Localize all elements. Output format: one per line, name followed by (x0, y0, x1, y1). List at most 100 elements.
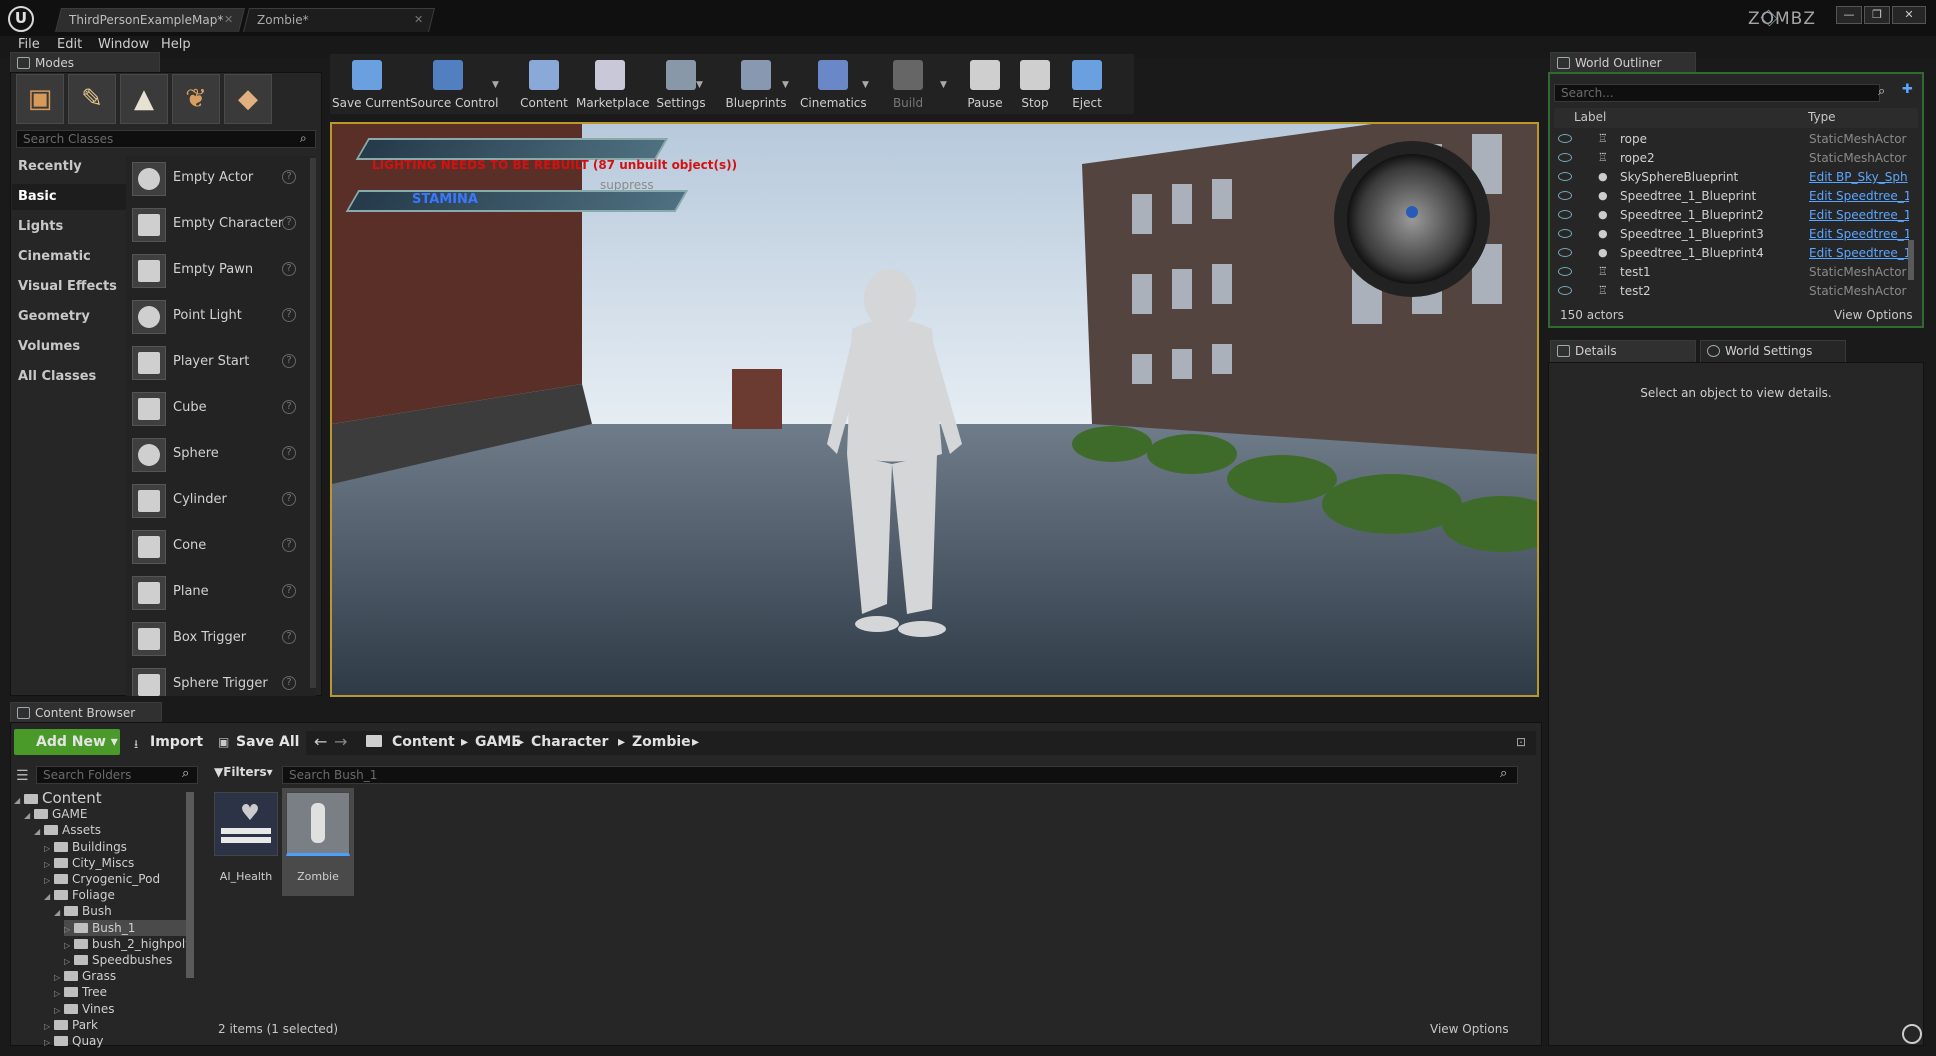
tab-thirdpersonexamplemap[interactable]: ThirdPersonExampleMap* ✕ (55, 8, 245, 32)
class-item-cylinder[interactable]: Cylinder? (126, 478, 306, 524)
col-label[interactable]: Label (1574, 110, 1606, 124)
visibility-eye-icon[interactable] (1558, 134, 1572, 143)
outliner-settings-icon[interactable]: ✚ (1902, 82, 1913, 97)
category-cinematic[interactable]: Cinematic (12, 244, 126, 270)
eject-button[interactable]: Eject (1064, 54, 1110, 114)
category-volumes[interactable]: Volumes (12, 334, 126, 360)
class-item-point-light[interactable]: Point Light? (126, 294, 306, 340)
class-item-sphere-trigger[interactable]: Sphere Trigger? (126, 662, 306, 696)
filters-button[interactable]: ▼Filters▾ (214, 765, 273, 779)
help-icon[interactable]: ? (282, 400, 296, 414)
actor-type[interactable]: Edit Speedtree_1 (1809, 227, 1909, 241)
close-tab-icon[interactable]: ✕ (224, 9, 233, 31)
collapse-arrow-icon[interactable]: ◢ (34, 824, 44, 840)
col-type[interactable]: Type (1808, 110, 1836, 124)
collapse-arrow-icon[interactable]: ◢ (14, 793, 24, 809)
breadcrumb-arrow-icon[interactable]: ▸ (461, 731, 468, 753)
dropdown-arrow-icon[interactable]: ▼ (696, 80, 704, 90)
breadcrumb-character[interactable]: Character (531, 731, 608, 753)
outliner-search-input[interactable]: Search... (1554, 84, 1880, 102)
help-icon[interactable]: ? (282, 170, 296, 184)
search-assets-input[interactable]: Search Bush_1 (282, 766, 1518, 784)
tab-content-browser[interactable]: Content Browser (10, 702, 162, 724)
outliner-view-options[interactable]: View Options (1834, 308, 1913, 322)
folder-cryogenic-pod[interactable]: ▷ Cryogenic_Pod (44, 871, 190, 887)
place-mode-icon[interactable]: ▣ (16, 74, 64, 124)
folder-buildings[interactable]: ▷ Buildings (44, 839, 190, 855)
category-basic[interactable]: Basic (12, 184, 126, 210)
class-item-box-trigger[interactable]: Box Trigger? (126, 616, 306, 662)
menu-file[interactable]: File (18, 37, 40, 52)
help-icon[interactable]: ? (282, 492, 296, 506)
class-list-scrollbar[interactable] (310, 158, 316, 688)
asset-ai-health[interactable]: ♥ AI_Health (210, 788, 282, 896)
breadcrumb-arrow-icon[interactable]: ▸ (618, 731, 625, 753)
actor-type[interactable]: Edit Speedtree_1 (1809, 189, 1909, 203)
breadcrumb-content[interactable]: Content (392, 731, 455, 753)
help-icon[interactable]: ? (282, 446, 296, 460)
expand-arrow-icon[interactable]: ▷ (44, 1035, 54, 1048)
outliner-row[interactable]: ● Speedtree_1_Blueprint Edit Speedtree_1 (1552, 187, 1916, 206)
cinematics-button[interactable]: Cinematics (800, 54, 867, 114)
help-icon[interactable]: ? (282, 308, 296, 322)
folder-vines[interactable]: ▷ Vines (54, 1001, 190, 1017)
close-tab-icon[interactable]: ✕ (414, 9, 423, 31)
maximize-button[interactable]: ❐ (1864, 6, 1890, 24)
class-item-cube[interactable]: Cube? (126, 386, 306, 432)
folder-quay[interactable]: ▷ Quay (44, 1033, 190, 1048)
folder-foliage[interactable]: ◢ Foliage (44, 887, 190, 903)
folder-game[interactable]: ◢ GAME (24, 806, 190, 822)
tab-world-outliner[interactable]: World Outliner (1550, 52, 1696, 74)
content-view-options[interactable]: View Options (1430, 1022, 1509, 1036)
collapse-arrow-icon[interactable]: ◢ (24, 808, 34, 824)
folder-city-miscs[interactable]: ▷ City_Miscs (44, 855, 190, 871)
folder-bush[interactable]: ◢ Bush (54, 903, 190, 919)
visibility-eye-icon[interactable] (1558, 210, 1572, 219)
unreal-logo-icon[interactable]: U (8, 6, 34, 32)
save-current-button[interactable]: Save Current (332, 54, 410, 114)
help-icon[interactable]: ? (282, 630, 296, 644)
tree-scrollbar[interactable] (186, 792, 194, 978)
class-item-empty-actor[interactable]: Empty Actor? (126, 156, 306, 202)
minimize-button[interactable]: — (1836, 6, 1862, 24)
menu-edit[interactable]: Edit (57, 37, 82, 52)
outliner-row[interactable]: ♖ rope2 StaticMeshActor (1552, 149, 1916, 168)
class-item-cone[interactable]: Cone? (126, 524, 306, 570)
pause-button[interactable]: Pause (962, 54, 1008, 114)
paint-mode-icon[interactable]: ✎ (68, 74, 116, 124)
close-button[interactable]: ✕ (1892, 6, 1926, 24)
dropdown-arrow-icon[interactable]: ▼ (492, 80, 500, 90)
class-item-player-start[interactable]: Player Start? (126, 340, 306, 386)
import-button[interactable]: Import (132, 729, 203, 755)
content-button[interactable]: Content (516, 54, 572, 114)
tab-details[interactable]: Details (1550, 340, 1696, 362)
category-geometry[interactable]: Geometry (12, 304, 126, 330)
folder-park[interactable]: ▷ Park (44, 1017, 190, 1033)
breadcrumb-zombie[interactable]: Zombie (632, 731, 691, 753)
visibility-eye-icon[interactable] (1558, 286, 1572, 295)
marketplace-button[interactable]: Marketplace (576, 54, 650, 114)
back-arrow-icon[interactable]: ← (314, 732, 327, 751)
blueprints-button[interactable]: Blueprints (722, 54, 790, 114)
visibility-eye-icon[interactable] (1558, 229, 1572, 238)
refresh-icon[interactable] (1902, 1024, 1922, 1044)
outliner-row[interactable]: ♖ test2 StaticMeshActor (1552, 282, 1916, 296)
class-item-sphere[interactable]: Sphere? (126, 432, 306, 478)
help-icon[interactable]: ? (282, 262, 296, 276)
outliner-row[interactable]: ● Speedtree_1_Blueprint4 Edit Speedtree_1 (1552, 244, 1916, 263)
help-icon[interactable]: ? (282, 354, 296, 368)
outliner-row[interactable]: ● Speedtree_1_Blueprint3 Edit Speedtree_1 (1552, 225, 1916, 244)
category-lights[interactable]: Lights (12, 214, 126, 240)
visibility-eye-icon[interactable] (1558, 191, 1572, 200)
class-item-empty-pawn[interactable]: Empty Pawn? (126, 248, 306, 294)
category-visual-effects[interactable]: Visual Effects (12, 274, 126, 300)
forward-arrow-icon[interactable]: → (334, 732, 347, 751)
actor-type[interactable]: Edit BP_Sky_Sph (1809, 170, 1909, 184)
folder-assets[interactable]: ◢ Assets (34, 822, 190, 838)
geometry-mode-icon[interactable]: ◆ (224, 74, 272, 124)
help-icon[interactable]: ? (282, 676, 296, 690)
collapse-arrow-icon[interactable]: ◢ (54, 905, 64, 921)
folder-content[interactable]: ◢ Content (14, 790, 190, 806)
dropdown-arrow-icon[interactable]: ▼ (782, 80, 790, 90)
dropdown-arrow-icon[interactable]: ▼ (940, 80, 948, 90)
